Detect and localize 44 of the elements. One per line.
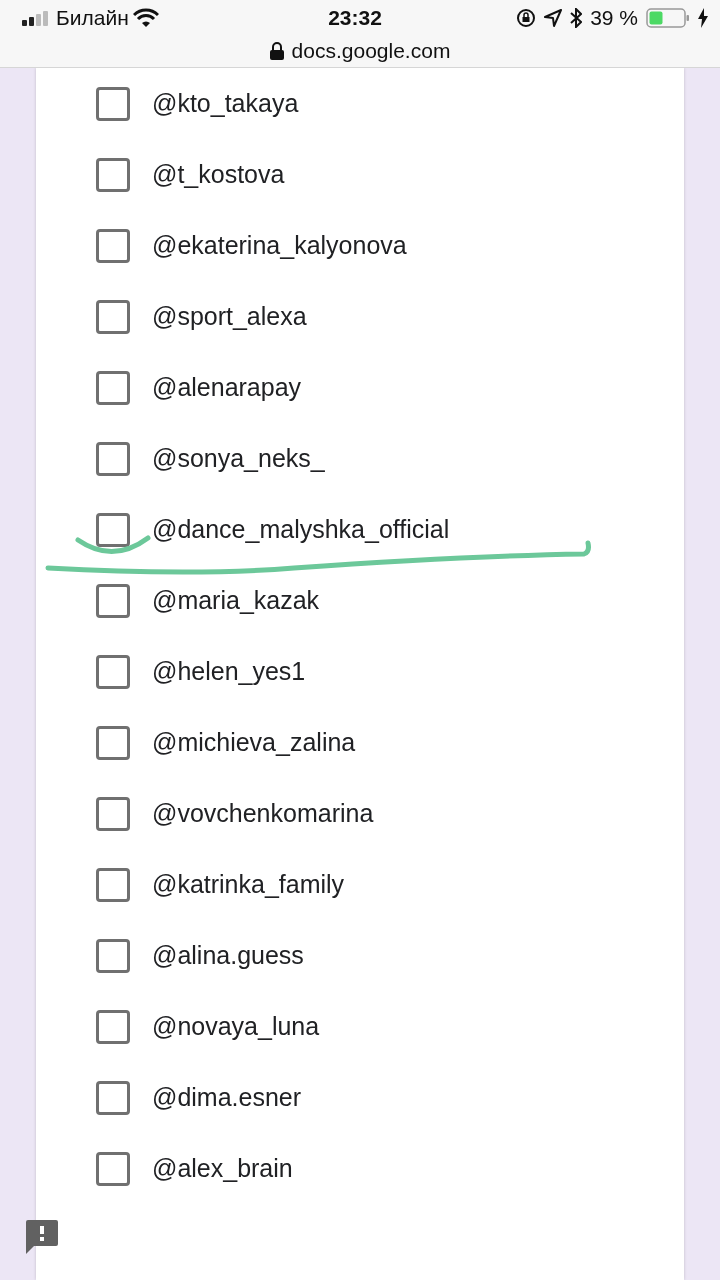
option-label: @vovchenkomarina xyxy=(152,797,374,829)
checkbox[interactable] xyxy=(96,370,130,405)
option-label: @katrinka_family xyxy=(152,868,345,900)
option-label: @dance_malyshka_official xyxy=(152,513,450,545)
checkbox[interactable] xyxy=(96,654,130,689)
lock-icon xyxy=(269,42,284,60)
option-label: @kto_takaya xyxy=(152,87,299,119)
option-label: @michieva_zalina xyxy=(152,726,356,758)
battery-percent: 39 % xyxy=(590,5,638,32)
option-label: @sonya_neks_ xyxy=(152,442,325,474)
option-label: @helen_yes1 xyxy=(152,655,306,687)
checkbox[interactable] xyxy=(96,1151,130,1186)
checkbox[interactable] xyxy=(96,512,130,547)
battery-icon xyxy=(646,8,690,28)
checkbox[interactable] xyxy=(96,1009,130,1044)
option-label: @alina.guess xyxy=(152,939,304,971)
location-arrow-icon xyxy=(544,9,563,27)
option-label: @sport_alexa xyxy=(152,300,307,332)
wifi-icon xyxy=(132,8,159,28)
checkbox[interactable] xyxy=(96,796,130,831)
checkbox[interactable] xyxy=(96,441,130,476)
option-label: @alex_brain xyxy=(152,1152,293,1184)
clock-time: 23:32 xyxy=(328,5,382,32)
checkbox[interactable] xyxy=(96,157,130,192)
option-label: @maria_kazak xyxy=(152,584,320,616)
charging-bolt-icon xyxy=(698,8,708,28)
feedback-icon[interactable] xyxy=(26,1220,58,1254)
carrier-name: Билайн xyxy=(56,5,129,32)
option-label: @alenarapay xyxy=(152,371,302,403)
address-url[interactable]: docs.google.com xyxy=(291,35,451,67)
option-label: @novaya_luna xyxy=(152,1010,320,1042)
bluetooth-icon xyxy=(570,8,583,28)
checkbox[interactable] xyxy=(96,299,130,334)
checkbox[interactable] xyxy=(96,867,130,902)
checkbox[interactable] xyxy=(96,1080,130,1115)
checkbox[interactable] xyxy=(96,583,130,618)
checkbox[interactable] xyxy=(96,725,130,760)
option-label: @ekaterina_kalyonova xyxy=(152,229,407,261)
option-label: @dima.esner xyxy=(152,1081,302,1113)
checkbox[interactable] xyxy=(96,938,130,973)
option-label: @t_kostova xyxy=(152,158,285,190)
checkbox[interactable] xyxy=(96,86,130,121)
rotation-lock-icon xyxy=(516,8,537,28)
checkbox[interactable] xyxy=(96,228,130,263)
